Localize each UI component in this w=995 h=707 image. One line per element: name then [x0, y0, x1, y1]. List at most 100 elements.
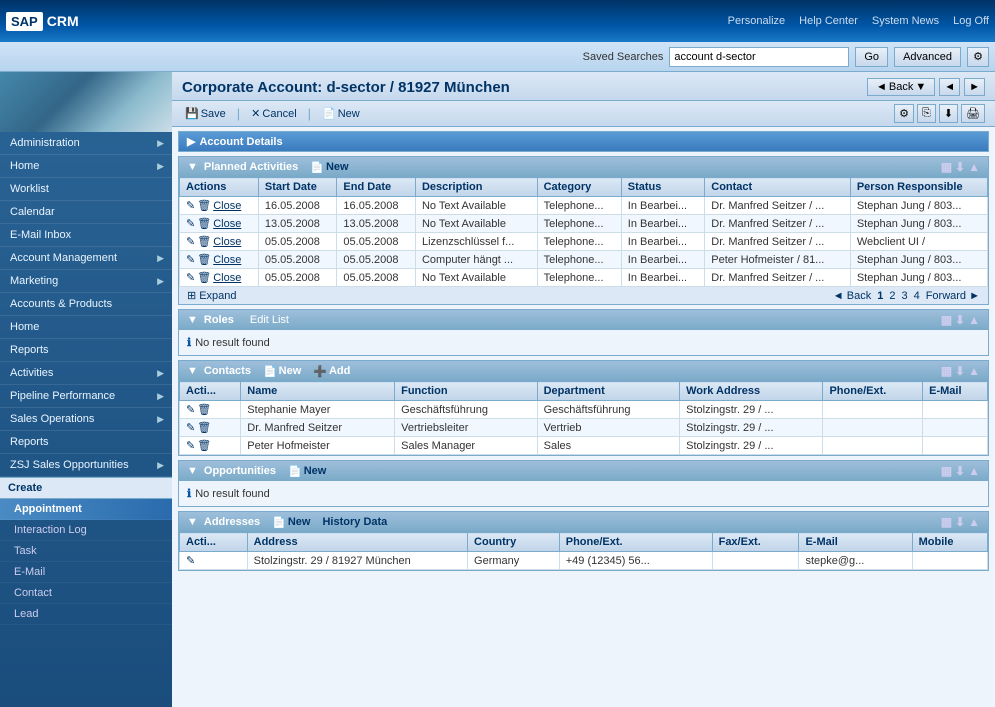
help-center-link[interactable]: Help Center: [799, 15, 858, 27]
sidebar-item-calendar[interactable]: Calendar: [0, 201, 172, 224]
row-actions[interactable]: ✎🗑: [180, 437, 241, 455]
nav-next-icon[interactable]: ►: [964, 78, 985, 96]
opp-export-icon[interactable]: ⬇: [955, 464, 965, 478]
opportunities-new-button[interactable]: 📄 New: [288, 465, 326, 478]
collapse-section-icon[interactable]: ▲: [968, 160, 980, 174]
row-actions[interactable]: ✎: [180, 552, 248, 570]
edit-icon[interactable]: ✎: [186, 272, 195, 284]
row-actions[interactable]: ✎🗑Close: [180, 251, 259, 269]
create-task[interactable]: Task: [0, 541, 172, 562]
create-appointment[interactable]: Appointment: [0, 499, 172, 520]
delete-icon[interactable]: 🗑: [197, 422, 211, 434]
account-details-header[interactable]: ▶ Account Details: [179, 132, 988, 151]
create-interaction-log[interactable]: Interaction Log: [0, 520, 172, 541]
sidebar-item-email-inbox[interactable]: E-Mail Inbox: [0, 224, 172, 247]
edit-icon[interactable]: ✎: [186, 422, 195, 434]
create-contact[interactable]: Contact: [0, 583, 172, 604]
row-actions[interactable]: ✎🗑Close: [180, 197, 259, 215]
delete-icon[interactable]: 🗑: [197, 272, 211, 284]
edit-icon[interactable]: ✎: [186, 404, 195, 416]
delete-icon[interactable]: 🗑: [197, 404, 211, 416]
personalize-link[interactable]: Personalize: [728, 15, 785, 27]
log-off-link[interactable]: Log Off: [953, 15, 989, 27]
row-actions[interactable]: ✎🗑: [180, 401, 241, 419]
create-lead[interactable]: Lead: [0, 604, 172, 625]
close-link[interactable]: Close: [213, 218, 241, 230]
addresses-header[interactable]: ▼ Addresses 📄 New History Data ▦ ⬇ ▲: [179, 512, 988, 532]
opp-collapse-icon[interactable]: ▲: [968, 464, 980, 478]
system-news-link[interactable]: System News: [872, 15, 939, 27]
sidebar-item-zsj[interactable]: ZSJ Sales Opportunities ▶: [0, 454, 172, 477]
sidebar-item-account-management[interactable]: Account Management ▶: [0, 247, 172, 270]
print-icon[interactable]: 🖨: [961, 104, 985, 123]
sidebar-item-pipeline[interactable]: Pipeline Performance ▶: [0, 385, 172, 408]
create-email[interactable]: E-Mail: [0, 562, 172, 583]
close-link[interactable]: Close: [213, 254, 241, 266]
sidebar-item-marketing[interactable]: Marketing ▶: [0, 270, 172, 293]
roles-collapse-icon[interactable]: ▲: [968, 313, 980, 327]
close-link[interactable]: Close: [213, 200, 241, 212]
delete-icon[interactable]: 🗑: [197, 254, 211, 266]
edit-icon[interactable]: ✎: [186, 440, 195, 452]
cancel-button[interactable]: ✕ Cancel: [248, 106, 299, 121]
delete-icon[interactable]: 🗑: [197, 218, 211, 230]
row-actions[interactable]: ✎🗑: [180, 419, 241, 437]
edit-list-button[interactable]: Edit List: [250, 314, 289, 326]
export-icon[interactable]: ⬇: [955, 160, 965, 174]
row-actions[interactable]: ✎🗑Close: [180, 233, 259, 251]
new-button[interactable]: 📄 New: [319, 106, 363, 121]
close-link[interactable]: Close: [213, 272, 241, 284]
contacts-header[interactable]: ▼ Contacts 📄 New ➕ Add ▦ ⬇ ▲: [179, 361, 988, 381]
page-2[interactable]: 2: [889, 290, 895, 302]
page-4[interactable]: 4: [914, 290, 920, 302]
opportunities-header[interactable]: ▼ Opportunities 📄 New ▦ ⬇ ▲: [179, 461, 988, 481]
back-button[interactable]: ◄ Back ▼: [867, 78, 935, 96]
download-icon[interactable]: ⬇: [939, 104, 958, 123]
edit-icon[interactable]: ✎: [186, 254, 195, 266]
page-forward[interactable]: Forward ►: [926, 290, 980, 302]
delete-icon[interactable]: 🗑: [197, 440, 211, 452]
sidebar-item-reports[interactable]: Reports: [0, 339, 172, 362]
addresses-new-button[interactable]: 📄 New: [272, 516, 310, 529]
save-button[interactable]: 💾 Save: [182, 106, 229, 121]
delete-icon[interactable]: 🗑: [197, 200, 211, 212]
addr-export-icon[interactable]: ⬇: [955, 515, 965, 529]
sidebar-item-home[interactable]: Home ▶: [0, 155, 172, 178]
sidebar-item-accounts-products[interactable]: Accounts & Products: [0, 293, 172, 316]
roles-export-icon[interactable]: ⬇: [955, 313, 965, 327]
contacts-export-icon[interactable]: ⬇: [955, 364, 965, 378]
row-actions[interactable]: ✎🗑Close: [180, 269, 259, 287]
roles-header[interactable]: ▼ Roles Edit List ▦ ⬇ ▲: [179, 310, 988, 330]
edit-icon[interactable]: ✎: [186, 200, 195, 212]
contacts-new-button[interactable]: 📄 New: [263, 365, 301, 378]
planned-activities-header[interactable]: ▼ Planned Activities 📄 New ▦ ⬇ ▲: [179, 157, 988, 177]
go-button[interactable]: Go: [855, 47, 888, 67]
sidebar-item-home2[interactable]: Home: [0, 316, 172, 339]
addr-table-icon[interactable]: ▦: [941, 515, 952, 529]
expand-button[interactable]: ⊞ Expand: [187, 289, 237, 302]
table-icon[interactable]: ▦: [941, 160, 952, 174]
search-input[interactable]: [669, 47, 849, 67]
sidebar-item-sales-operations[interactable]: Sales Operations ▶: [0, 408, 172, 431]
row-actions[interactable]: ✎🗑Close: [180, 215, 259, 233]
edit-icon[interactable]: ✎: [186, 555, 195, 567]
addr-collapse-icon[interactable]: ▲: [968, 515, 980, 529]
addresses-history-button[interactable]: History Data: [322, 516, 387, 528]
contacts-collapse-icon[interactable]: ▲: [968, 364, 980, 378]
edit-icon[interactable]: ✎: [186, 236, 195, 248]
opp-table-icon[interactable]: ▦: [941, 464, 952, 478]
copy-icon[interactable]: ⎘: [917, 104, 936, 123]
advanced-button[interactable]: Advanced: [894, 47, 961, 67]
contacts-table-icon[interactable]: ▦: [941, 364, 952, 378]
page-back[interactable]: ◄ Back: [833, 290, 871, 302]
nav-prev-icon[interactable]: ◄: [939, 78, 960, 96]
contacts-add-button[interactable]: ➕ Add: [313, 365, 350, 378]
sidebar-item-worklist[interactable]: Worklist: [0, 178, 172, 201]
page-1[interactable]: 1: [877, 290, 883, 302]
roles-table-icon[interactable]: ▦: [941, 313, 952, 327]
page-3[interactable]: 3: [901, 290, 907, 302]
planned-activities-new[interactable]: 📄 New: [310, 161, 348, 174]
delete-icon[interactable]: 🗑: [197, 236, 211, 248]
close-link[interactable]: Close: [213, 236, 241, 248]
sidebar-item-reports2[interactable]: Reports: [0, 431, 172, 454]
